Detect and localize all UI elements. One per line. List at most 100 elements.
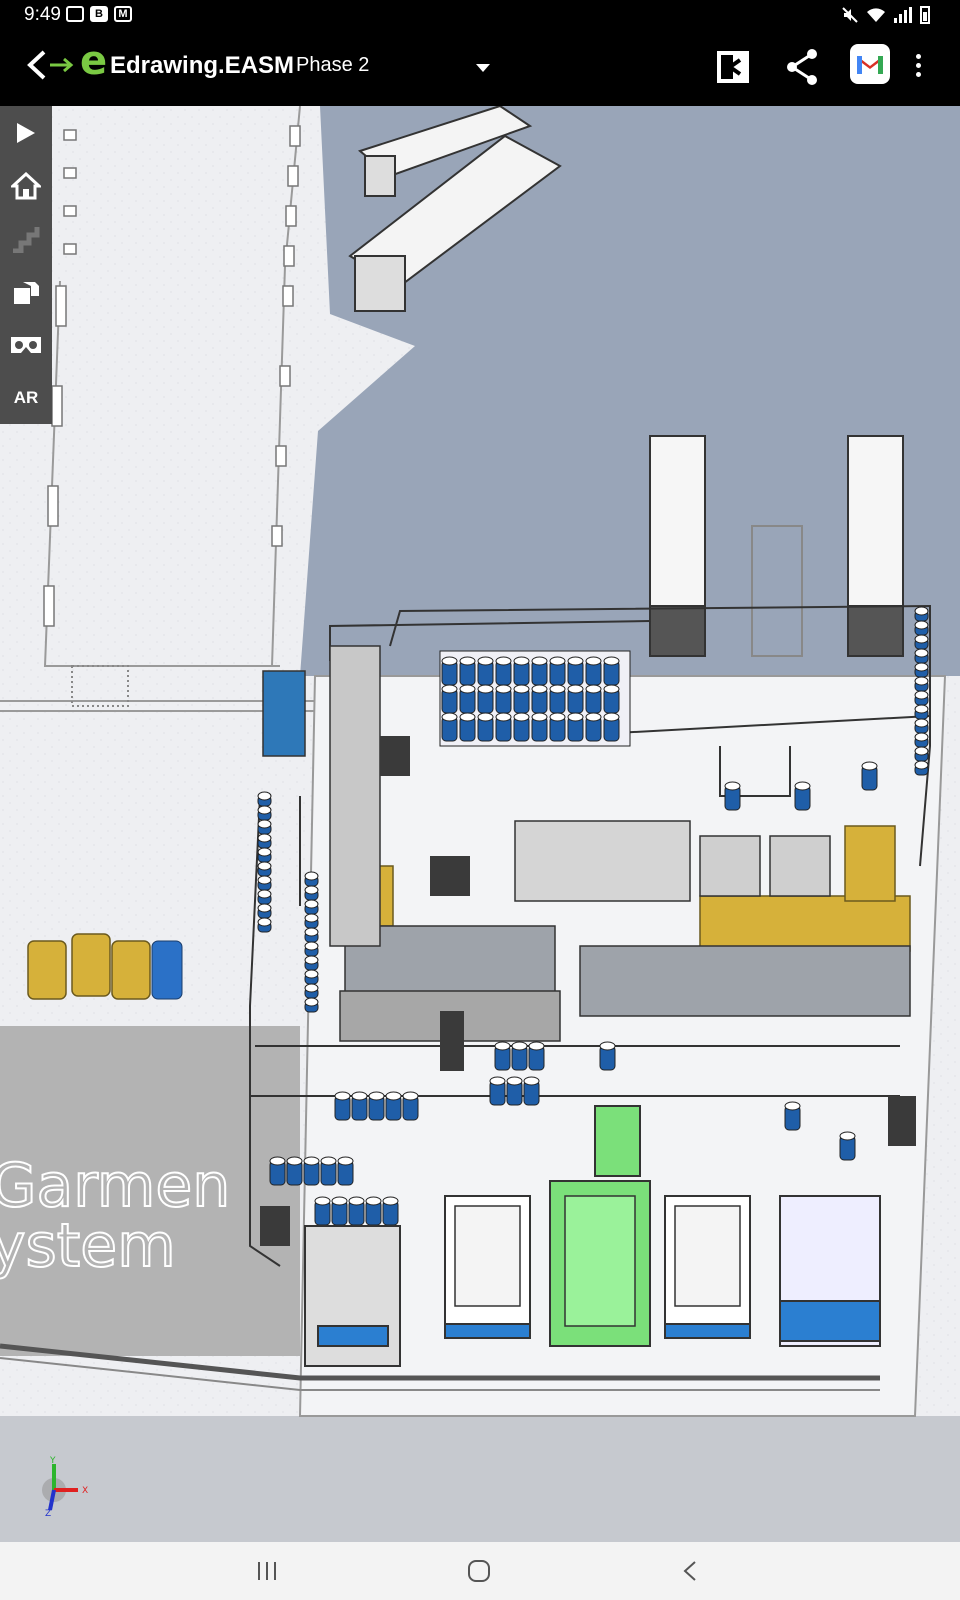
drum-top	[459, 656, 476, 666]
side-toolbar: AR	[0, 106, 52, 424]
drum-top	[257, 819, 272, 829]
drum-top	[495, 684, 512, 694]
play-icon	[17, 122, 35, 143]
drum-top	[477, 712, 494, 722]
drum-top	[304, 927, 319, 937]
drum-top	[489, 1076, 506, 1086]
drum-top	[513, 684, 530, 694]
drum-top	[441, 684, 458, 694]
home-view-button[interactable]	[0, 159, 52, 212]
drum-top	[257, 805, 272, 815]
factory-layout-model: Garmen ystem	[0, 106, 960, 1542]
drum-top	[257, 875, 272, 885]
drum-top	[304, 885, 319, 895]
drum-top	[304, 983, 319, 993]
b-app-icon: B	[90, 6, 108, 22]
back-arrow-icon[interactable]	[26, 48, 80, 82]
wifi-icon	[867, 8, 885, 22]
drum-top	[304, 969, 319, 979]
drum-top	[304, 871, 319, 881]
drum-top	[495, 656, 512, 666]
exit-fullscreen-icon[interactable]	[710, 44, 756, 90]
drum-top	[914, 676, 929, 686]
more-options-icon[interactable]	[914, 54, 922, 80]
drum-top	[585, 684, 602, 694]
recent-apps-icon[interactable]	[256, 1558, 278, 1584]
drum-top	[914, 634, 929, 644]
drum-top	[603, 712, 620, 722]
drum-top	[914, 732, 929, 742]
drum-top	[477, 684, 494, 694]
drum-top	[365, 1196, 382, 1206]
drum-top	[784, 1101, 801, 1111]
drum-top	[528, 1041, 545, 1051]
axis-y-label: Y	[49, 1456, 56, 1466]
drum-top	[385, 1091, 402, 1101]
drum-top	[861, 761, 878, 771]
drum-top	[914, 648, 929, 658]
drum-top	[511, 1041, 528, 1051]
ar-button[interactable]: AR	[0, 371, 52, 424]
drum-top	[304, 941, 319, 951]
drum-top	[494, 1041, 511, 1051]
drum-top	[567, 684, 584, 694]
drum-top	[531, 684, 548, 694]
drum-top	[477, 656, 494, 666]
gmail-icon[interactable]	[850, 44, 890, 84]
battery-icon	[920, 6, 930, 24]
drum-top	[603, 684, 620, 694]
drum-top	[286, 1156, 303, 1166]
vr-button[interactable]	[0, 318, 52, 371]
drum-top	[351, 1091, 368, 1101]
drum-top	[441, 712, 458, 722]
steps-button[interactable]	[0, 212, 52, 265]
drum-top	[257, 889, 272, 899]
axis-triad: Y X Z	[42, 1456, 88, 1516]
drum-top	[567, 656, 584, 666]
edrawings-logo-icon: e	[80, 38, 108, 84]
drum-top	[914, 662, 929, 672]
drum-top	[603, 656, 620, 666]
back-chevron-icon[interactable]	[680, 1558, 700, 1584]
drum-top	[513, 712, 530, 722]
app-bar: e Edrawing.EASM Phase 2	[0, 30, 960, 106]
drum-top	[257, 791, 272, 801]
axis-z-label: Z	[45, 1509, 51, 1516]
drum-top	[549, 656, 566, 666]
drum-top	[914, 746, 929, 756]
share-icon[interactable]	[780, 44, 826, 90]
drum-top	[506, 1076, 523, 1086]
drum-top	[585, 712, 602, 722]
drum-top	[599, 1041, 616, 1051]
explode-button[interactable]	[0, 265, 52, 318]
system-nav-bar	[0, 1542, 960, 1600]
drum-top	[334, 1091, 351, 1101]
drum-top	[257, 861, 272, 871]
drum-top	[914, 704, 929, 714]
explode-icon	[14, 281, 39, 304]
drum-top	[382, 1196, 399, 1206]
chevron-down-icon[interactable]	[476, 64, 490, 72]
drum-top	[914, 606, 929, 616]
mute-icon	[842, 7, 858, 23]
drum-top	[337, 1156, 354, 1166]
drum-top	[567, 712, 584, 722]
steps-icon	[13, 226, 40, 253]
drum-top	[257, 917, 272, 927]
vr-headset-icon	[11, 336, 41, 353]
drum-top	[368, 1091, 385, 1101]
play-button[interactable]	[0, 106, 52, 159]
drum-top	[531, 712, 548, 722]
drum-top	[257, 847, 272, 857]
home-circle-icon[interactable]	[466, 1558, 492, 1584]
drum-top	[513, 656, 530, 666]
drum-top	[441, 656, 458, 666]
configuration-dropdown[interactable]: Phase 2	[296, 54, 369, 77]
drum-top	[402, 1091, 419, 1101]
drum-top	[331, 1196, 348, 1206]
drum-top	[304, 899, 319, 909]
model-viewport[interactable]: Garmen ystem	[0, 106, 960, 1542]
axis-x-label: X	[82, 1486, 88, 1496]
drum-top	[459, 712, 476, 722]
drum-top	[523, 1076, 540, 1086]
